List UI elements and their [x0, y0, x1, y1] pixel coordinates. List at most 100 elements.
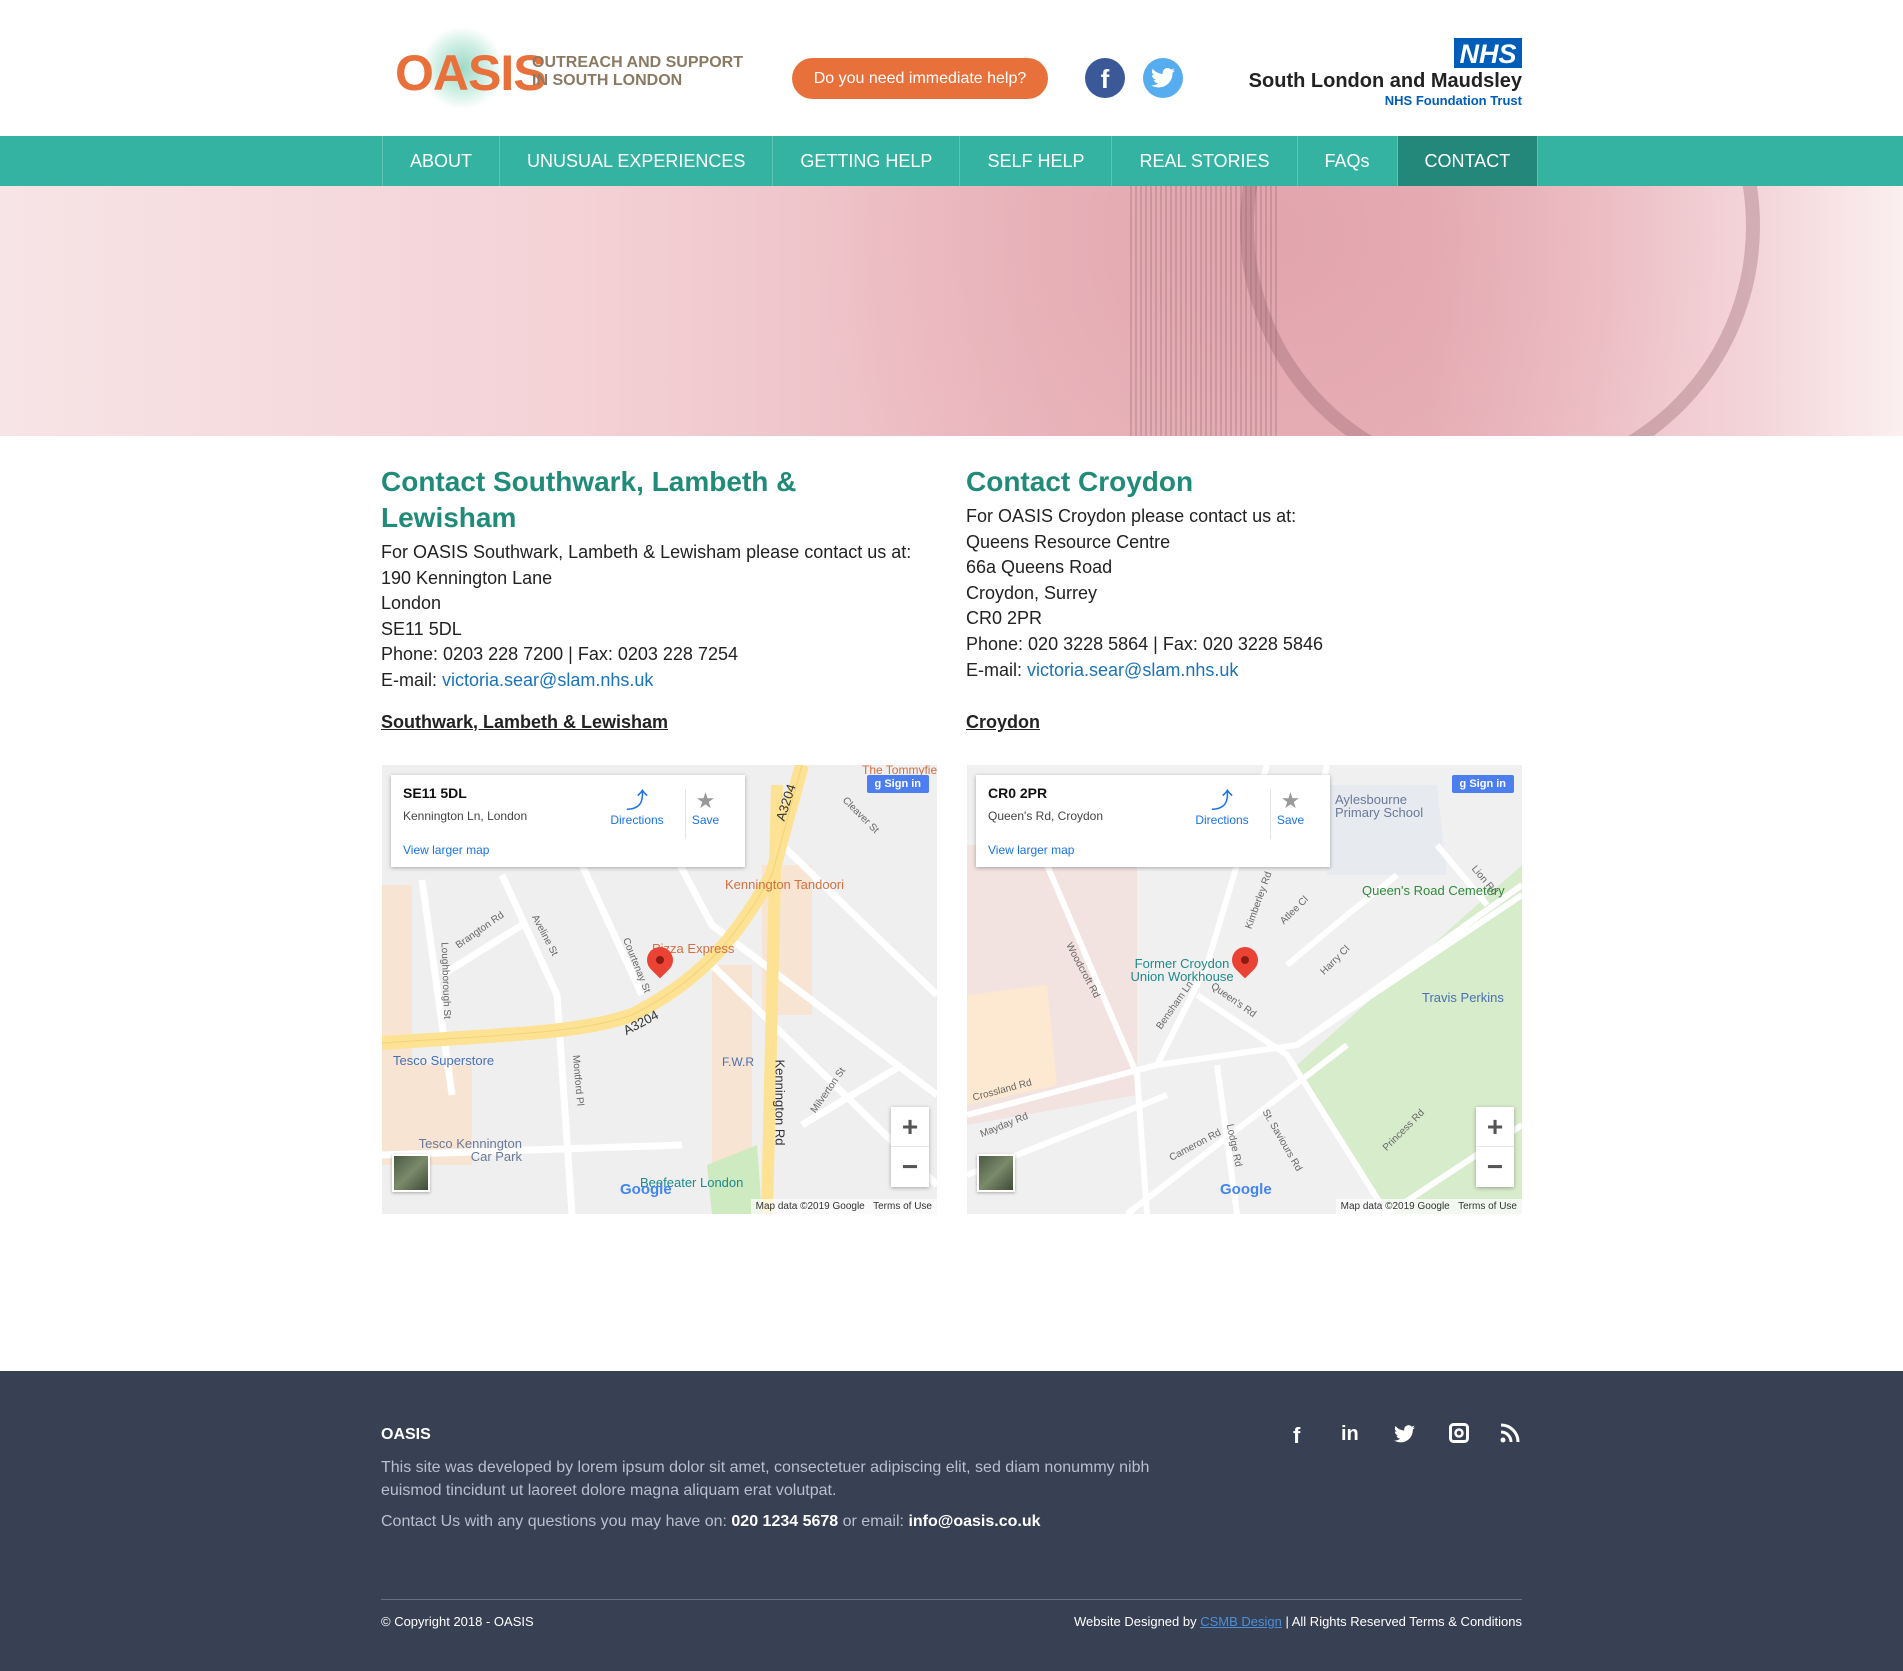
logo-wordmark: OASIS — [395, 45, 547, 101]
star-icon: ★ — [1280, 788, 1301, 813]
phone-fax: Phone: 0203 228 7200 | Fax: 0203 228 725… — [381, 644, 738, 665]
google-icon: g — [874, 778, 885, 790]
address-line: Croydon, Surrey — [966, 582, 1098, 603]
directions-label: Directions — [610, 813, 664, 827]
map-info-card: CR0 2PR Queen's Rd, Croydon View larger … — [976, 775, 1330, 867]
twitter-icon[interactable] — [1143, 58, 1183, 98]
map-label: Aylesbourne Primary School — [1335, 793, 1424, 820]
zoom-control: + − — [891, 1107, 929, 1187]
directions-button[interactable]: ⤴ Directions — [609, 788, 665, 828]
attribution-text: Map data ©2019 Google — [755, 1201, 865, 1212]
save-label: Save — [691, 813, 720, 827]
instagram-icon[interactable] — [1449, 1423, 1469, 1449]
address-line: For OASIS Southwark, Lambeth & Lewisham … — [381, 542, 912, 562]
map-croydon[interactable]: Queen's Road Cemetery Former Croydon Uni… — [967, 765, 1522, 1214]
save-button[interactable]: ★ Save — [685, 789, 725, 839]
footer-title: OASIS — [381, 1426, 431, 1443]
twitter-icon[interactable] — [1394, 1423, 1415, 1449]
attribution-text: Map data ©2019 Google — [1340, 1201, 1450, 1212]
hero-banner — [0, 186, 1903, 436]
footer-email[interactable]: info@oasis.co.uk — [908, 1513, 1040, 1530]
footer-credits: Website Designed by CSMB Design | All Ri… — [1074, 1614, 1522, 1629]
email-link[interactable]: victoria.sear@slam.nhs.uk — [442, 670, 653, 690]
terms-link[interactable]: Terms of Use — [873, 1201, 932, 1212]
nav-contact[interactable]: CONTACT — [1397, 136, 1539, 186]
tagline-line: OUTREACH AND SUPPORT — [532, 54, 743, 71]
map-label: Tesco Superstore — [393, 1053, 495, 1068]
facebook-icon[interactable]: f — [1085, 58, 1125, 98]
sign-in-label: Sign in — [1469, 778, 1506, 790]
zoom-control: + − — [1476, 1107, 1514, 1187]
map-place-name: CR0 2PR — [988, 785, 1048, 801]
map-place-address: Kennington Ln, London — [403, 809, 528, 823]
rights-text: | All Rights Reserved Terms & Conditions — [1281, 1614, 1522, 1629]
map-info-card: SE11 5DL Kennington Ln, London View larg… — [391, 775, 745, 867]
map-title-link[interactable]: Southwark, Lambeth & Lewisham — [381, 712, 668, 733]
map-label: Travis Perkins — [1422, 990, 1504, 1005]
copyright: © Copyright 2018 - OASIS — [381, 1614, 534, 1629]
nav-self-help[interactable]: SELF HELP — [960, 136, 1113, 186]
address-line: SE11 5DL — [381, 618, 462, 639]
google-logo: Google — [1220, 1181, 1272, 1198]
view-larger-map-link[interactable]: View larger map — [988, 843, 1074, 857]
zoom-in-button[interactable]: + — [1476, 1107, 1514, 1147]
nav-faqs[interactable]: FAQs — [1298, 136, 1398, 186]
satellite-toggle[interactable] — [977, 1154, 1015, 1192]
address-line: CR0 2PR — [966, 608, 1043, 629]
zoom-out-button[interactable]: − — [1476, 1147, 1514, 1187]
map-label: Former Croydon Union Workhouse — [1130, 956, 1234, 984]
email-label: E-mail: — [966, 659, 1028, 680]
map-label: F.W.R — [722, 1055, 754, 1069]
directions-label: Directions — [1195, 813, 1249, 827]
logo-tagline: OUTREACH AND SUPPORT IN SOUTH LONDON — [532, 54, 743, 90]
linkedin-icon[interactable]: in — [1341, 1423, 1359, 1446]
footer-contact: Contact Us with any questions you may ha… — [381, 1513, 1041, 1531]
map-attribution: Map data ©2019 Google Terms of Use — [750, 1199, 937, 1214]
email-link[interactable]: victoria.sear@slam.nhs.uk — [1027, 660, 1238, 680]
site-header: OASIS OUTREACH AND SUPPORT IN SOUTH LOND… — [0, 0, 1903, 136]
nav-getting-help[interactable]: GETTING HELP — [773, 136, 961, 186]
immediate-help-button[interactable]: Do you need immediate help? — [792, 58, 1048, 99]
save-button[interactable]: ★ Save — [1270, 789, 1310, 839]
nav-unusual-experiences[interactable]: UNUSUAL EXPERIENCES — [500, 136, 774, 186]
zoom-out-button[interactable]: − — [891, 1147, 929, 1187]
contact-heading: Contact Croydon — [966, 466, 1194, 497]
address-line: For OASIS Croydon please contact us at: — [966, 506, 1297, 526]
sign-in-button[interactable]: g Sign in — [1451, 775, 1514, 793]
contact-prefix: Contact Us with any questions you may ha… — [381, 1513, 732, 1530]
footer-phone[interactable]: 020 1234 5678 — [731, 1513, 838, 1530]
nav-real-stories[interactable]: REAL STORIES — [1112, 136, 1298, 186]
directions-icon: ⤴ — [625, 788, 648, 813]
map-title-link[interactable]: Croydon — [966, 712, 1040, 733]
directions-icon: ⤴ — [1210, 788, 1233, 813]
trust-subtitle: NHS Foundation Trust — [1384, 93, 1522, 108]
email-label: E-mail: — [381, 669, 443, 690]
footer-description: This site was developed by lorem ipsum d… — [381, 1459, 1150, 1499]
nav-about[interactable]: ABOUT — [383, 136, 501, 186]
designer-link[interactable]: CSMB Design — [1200, 1614, 1282, 1629]
map-label: Kennington Rd — [772, 1059, 788, 1146]
google-icon: g — [1459, 778, 1470, 790]
rss-icon[interactable] — [1500, 1423, 1520, 1449]
satellite-toggle[interactable] — [392, 1154, 430, 1192]
terms-link[interactable]: Terms of Use — [1458, 1201, 1517, 1212]
facebook-icon[interactable]: f — [1293, 1423, 1300, 1449]
sign-in-button[interactable]: g Sign in — [866, 775, 929, 793]
zoom-in-button[interactable]: + — [891, 1107, 929, 1147]
google-logo: Google — [620, 1181, 672, 1198]
oasis-logo[interactable]: OASIS — [395, 26, 547, 110]
contact-heading: Contact Southwark, Lambeth & Lewisham — [381, 466, 797, 533]
trust-name: South London and Maudsley — [1248, 70, 1522, 92]
contact-southwark: Contact Southwark, Lambeth & Lewisham Fo… — [381, 464, 936, 694]
star-icon: ★ — [695, 788, 716, 813]
map-attribution: Map data ©2019 Google Terms of Use — [1335, 1199, 1522, 1214]
view-larger-map-link[interactable]: View larger map — [403, 843, 489, 857]
main-nav: ABOUT UNUSUAL EXPERIENCES GETTING HELP S… — [0, 136, 1903, 186]
map-place-address: Queen's Rd, Croydon — [988, 809, 1104, 823]
map-place-name: SE11 5DL — [403, 785, 467, 801]
map-southwark[interactable]: Kennington Tandoori Pizza Express Tesco … — [382, 765, 937, 1214]
directions-button[interactable]: ⤴ Directions — [1194, 788, 1250, 828]
map-label: Kennington Tandoori — [725, 877, 845, 892]
email-line: E-mail: victoria.sear@slam.nhs.uk — [966, 658, 1521, 684]
nhs-logo: NHS — [1454, 38, 1522, 69]
